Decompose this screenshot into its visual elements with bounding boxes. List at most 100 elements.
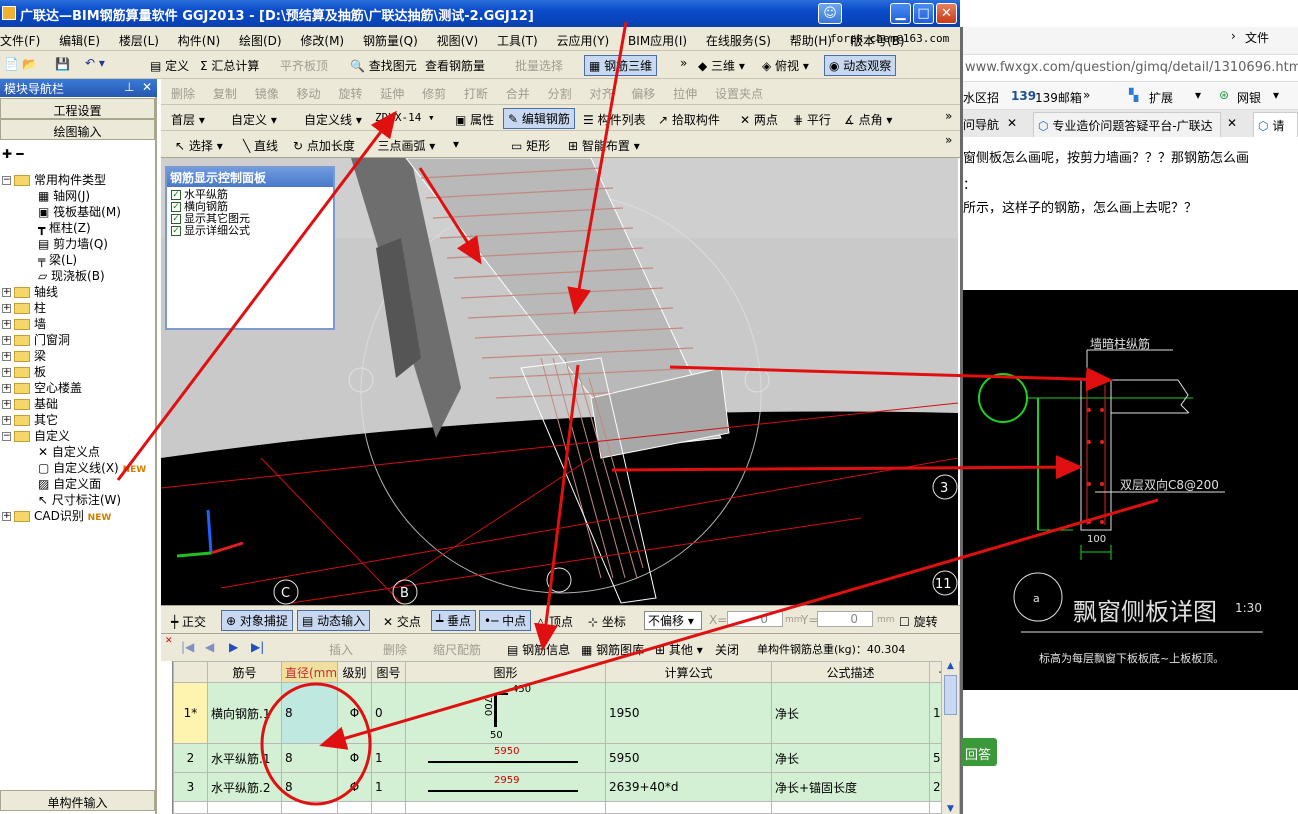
tree-item-axis-grid[interactable]: ▦ 轴网(J) [38,187,90,204]
maximize-button[interactable]: □ [913,3,934,24]
align-tool[interactable]: 对齐 [589,87,613,101]
three-point-arc-tool[interactable]: ◜ 三点画弧 ▾ [369,137,435,154]
panel-close-icon[interactable]: ✕ [142,80,152,94]
col-header-diameter[interactable]: 直径(mm) [281,661,338,683]
project-settings-button[interactable]: 工程设置 [0,98,155,119]
snap-perpendicular[interactable]: ┷ 垂点 [431,610,477,631]
row-grade[interactable]: Φ [337,772,372,802]
row-shape[interactable]: 2959 [405,772,606,802]
menu-floor[interactable]: 楼层(L) [119,34,159,48]
tab-close-icon-2[interactable]: ✕ [1227,116,1237,130]
snap-coordinate[interactable]: ⊹ 坐标 [588,613,626,630]
address-bar[interactable]: www.fwxgx.com/question/gimq/detail/13106… [963,55,1298,82]
save-icon[interactable]: 💾 [55,57,70,71]
menu-component[interactable]: 构件(N) [178,34,220,48]
tab-nav[interactable]: 问导航 [963,116,999,133]
tree-item-custom-point[interactable]: ✕ 自定义点 [38,443,100,460]
col-header-formula[interactable]: 计算公式 [605,661,772,683]
scroll-down-icon[interactable]: ▼ [942,804,959,814]
tree-hollow-floor[interactable]: + 空心楼盖 [2,379,82,396]
offset-select[interactable]: 不偏移 ▾ [644,611,702,630]
rotate-tool[interactable]: 旋转 [338,87,362,101]
scale-rebar-button[interactable]: 缩尺配筋 [433,641,481,658]
tab-current[interactable]: ⬡ 请 [1253,112,1298,137]
menu-rebar[interactable]: 钢筋量(Q) [363,34,418,48]
row-formula[interactable]: 2639+40*d [605,772,772,802]
align-top-button[interactable]: 平齐板顶 [280,57,328,74]
copy-tool[interactable]: 复制 [213,87,237,101]
other-dropdown[interactable]: ⊞ 其他 ▾ [655,641,703,658]
tree-item-slab[interactable]: ▱ 现浇板(B) [38,267,105,284]
drawing-input-button[interactable]: 绘图输入 [0,119,155,140]
split-tool[interactable]: 分割 [548,87,572,101]
point-length-tool[interactable]: ↻ 点加长度 [293,137,355,154]
select-tool[interactable]: ↖ 选择 ▾ [175,137,223,154]
row-diameter[interactable]: 8 [281,743,338,773]
x-input[interactable]: 0 [727,611,783,627]
tree-cad-recognition[interactable]: + CAD识别 NEW [2,507,111,524]
table-scrollbar[interactable]: ▲ ▼ [941,661,959,814]
open-icon[interactable]: 📂 [22,57,37,71]
row-formula[interactable]: 1950 [605,682,772,744]
file-menu[interactable]: 文件 [1245,29,1269,46]
tree-slab[interactable]: + 板 [2,363,46,380]
rebar-info-button[interactable]: ▤ 钢筋信息 [507,641,570,658]
account-label[interactable]: forpk.chen@163.com [830,32,949,45]
toolbar-overflow-icon-2[interactable]: » [945,109,952,123]
tree-beam[interactable]: + 梁 [2,347,46,364]
row-desc[interactable]: 净长+锚固长度 [771,772,930,802]
tree-item-dimension[interactable]: ↖ 尺寸标注(W) [38,491,121,508]
scroll-up-icon[interactable]: ▲ [942,661,959,671]
expand-collapse-icons[interactable]: ✚ ━ [2,147,23,161]
menu-view[interactable]: 视图(V) [437,34,479,48]
type-select[interactable]: 自定义 ▾ [231,111,277,128]
menu-edit[interactable]: 编辑(E) [59,34,100,48]
toolbar-overflow-icon[interactable]: » [680,56,687,70]
close-button[interactable]: ✕ [936,3,957,24]
y-input[interactable]: 0 [817,611,873,627]
pin-icon[interactable]: ⊥ [124,80,134,94]
menu-tools[interactable]: 工具(T) [497,34,538,48]
two-point-button[interactable]: ✕ 两点 [740,111,778,128]
tree-custom[interactable]: − 自定义 [2,427,70,444]
ortho-toggle[interactable]: ┿ 正交 [171,613,206,630]
menu-cloud[interactable]: 云应用(Y) [557,34,610,48]
row-diameter[interactable]: 8 [281,682,338,744]
single-component-input-button[interactable]: 单构件输入 [0,790,155,811]
answer-button[interactable]: 回答 [961,738,997,766]
tree-item-beam[interactable]: ╤ 梁(L) [38,251,77,268]
toolbar-overflow-icon-3[interactable]: » [945,133,952,147]
bookmark-ext[interactable]: 扩展 [1149,89,1173,106]
bookmark-bank[interactable]: 网银 [1237,89,1261,106]
next-record-icon[interactable]: ▶ [229,640,238,654]
delete-row-button[interactable]: 删除 [383,641,407,658]
mirror-tool[interactable]: 镜像 [255,87,279,101]
row-fig[interactable]: 1 [371,772,406,802]
menu-bim[interactable]: BIM应用(I) [628,34,687,48]
stretch-tool[interactable]: 拉伸 [673,87,697,101]
tree-foundation[interactable]: + 基础 [2,395,58,412]
point-angle-button[interactable]: ∡ 点角 ▾ [844,111,892,128]
object-snap-toggle[interactable]: ⊕ 对象捕捉 [221,610,293,631]
prev-record-icon[interactable]: ◀ [205,640,214,654]
col-header-name[interactable]: 筋号 [207,661,282,683]
chevron-down-icon-2[interactable]: ▾ [1273,88,1279,102]
view-rebar-button[interactable]: 查看钢筋量 [425,57,485,74]
close-table-button[interactable]: 关闭 [715,641,739,658]
col-header-grade[interactable]: 级别 [337,661,372,683]
floor-select[interactable]: 首层 ▾ [171,111,205,128]
row-no[interactable]: 1* [173,682,208,744]
tree-axis[interactable]: + 轴线 [2,283,58,300]
new-file-icon[interactable]: 📄 [4,57,19,71]
row-fig[interactable]: 0 [371,682,406,744]
bookmarks-more-icon[interactable]: » [1083,88,1090,102]
tree-common-types[interactable]: − 常用构件类型 [2,171,106,188]
menu-help[interactable]: 帮助(H) [790,34,832,48]
chevron-right-icon[interactable]: › [1231,29,1236,43]
find-element-button[interactable]: 🔍 查找图元 [350,57,417,74]
tree-item-custom-line[interactable]: ▢ 自定义线(X) NEW [38,459,147,476]
tab-close-icon[interactable]: ✕ [1007,116,1017,130]
tree-wall[interactable]: + 墙 [2,315,46,332]
move-tool[interactable]: 移动 [297,87,321,101]
close-small-icon[interactable]: ✕ [165,636,173,646]
